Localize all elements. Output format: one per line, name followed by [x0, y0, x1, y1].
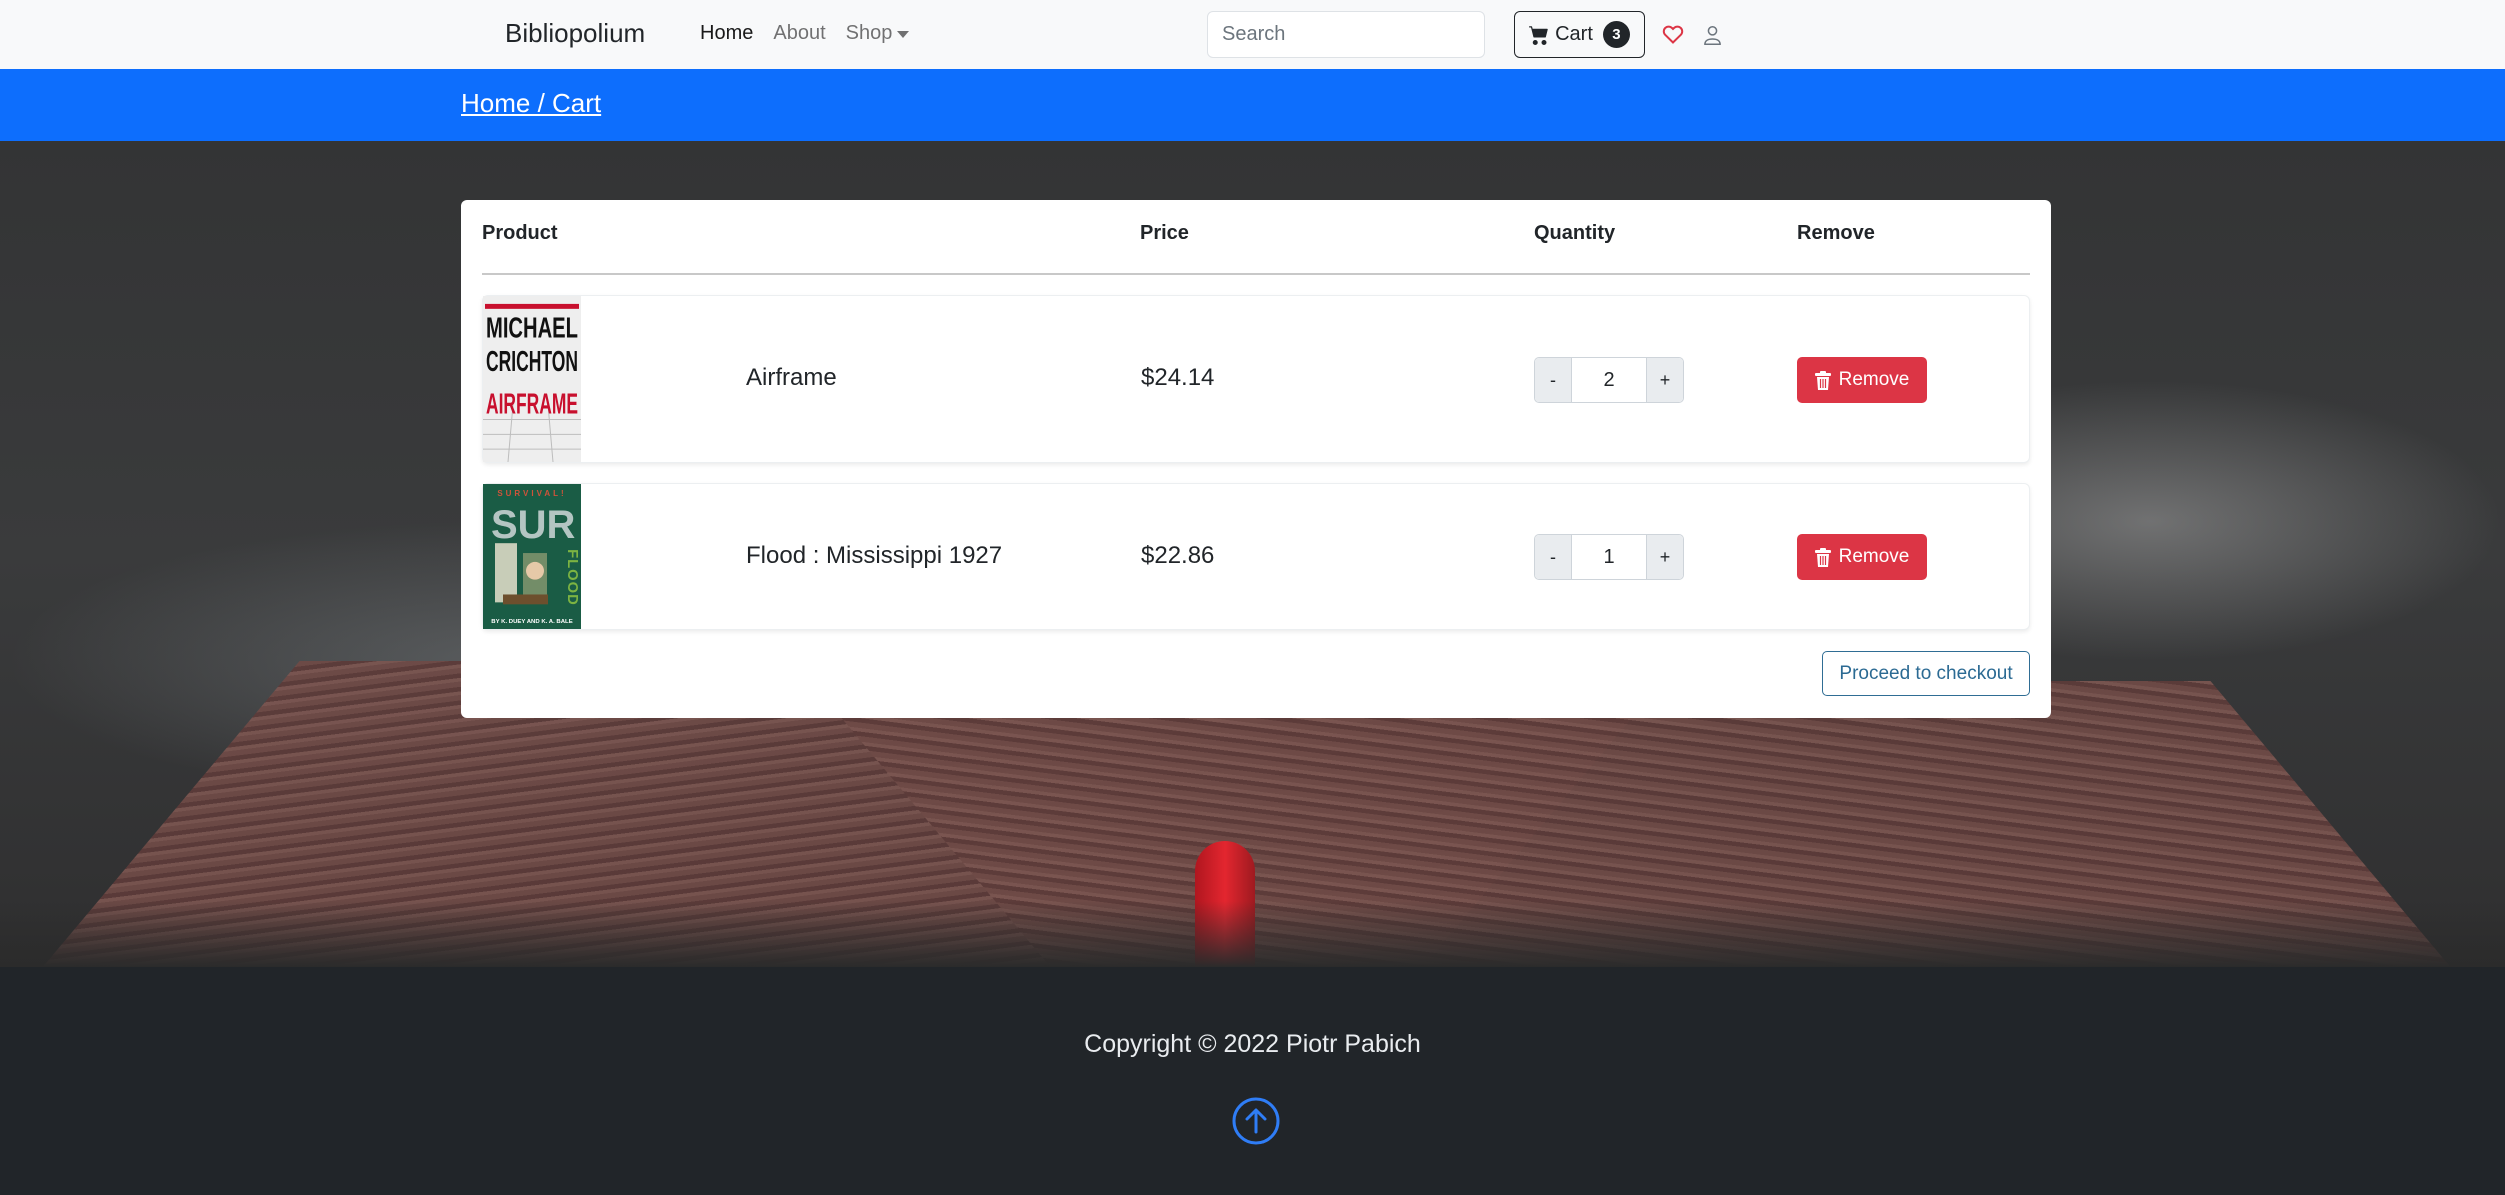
brand-logo[interactable]: Bibliopolium [505, 18, 645, 49]
cover-byline: BY K. DUEY AND K. A. BALE [491, 619, 572, 625]
copyright-text: Copyright © 2022 Piotr Pabich [1084, 1030, 1421, 1058]
remove-button[interactable]: Remove [1797, 357, 1927, 403]
cover-author-line1: MICHAEL [486, 313, 578, 345]
nav-link-home[interactable]: Home [700, 22, 753, 45]
nav-link-shop[interactable]: Shop [846, 22, 910, 45]
trash-icon [1814, 370, 1831, 390]
trash-icon [1814, 547, 1831, 567]
decrement-button[interactable]: - [1535, 535, 1571, 579]
search-input[interactable] [1207, 11, 1485, 58]
product-price: $24.14 [1141, 364, 1215, 391]
increment-button[interactable]: + [1647, 358, 1683, 402]
remove-label: Remove [1838, 546, 1910, 567]
arrow-up-circle-icon[interactable] [1232, 1097, 1280, 1145]
cart-count-badge: 3 [1602, 21, 1630, 48]
product-name: Flood : Mississippi 1927 [746, 542, 1003, 569]
product-price: $22.86 [1141, 542, 1215, 569]
header-product: Product [482, 222, 558, 244]
header-price: Price [1140, 222, 1189, 244]
quantity-stepper: - + [1534, 534, 1684, 580]
quantity-input[interactable] [1571, 535, 1647, 579]
remove-label: Remove [1838, 369, 1910, 390]
nav-link-about[interactable]: About [773, 22, 825, 45]
nav-link-shop-label: Shop [845, 22, 893, 44]
heart-icon[interactable] [1661, 22, 1685, 46]
breadcrumb[interactable]: Home / Cart [461, 88, 601, 119]
book-cover-airframe: MICHAEL CRICHTON AIRFRAME [483, 296, 581, 462]
cover-title: AIRFRAME [486, 389, 578, 421]
caret-down-icon [897, 31, 910, 38]
cart-row: MICHAEL CRICHTON AIRFRAME Airframe $24.1… [482, 295, 2030, 463]
cart-label: Cart [1555, 23, 1593, 45]
decrement-button[interactable]: - [1535, 358, 1571, 402]
remove-button[interactable]: Remove [1797, 534, 1927, 580]
hero-shade [0, 901, 2505, 967]
cover-series: SURVIVAL! [497, 489, 566, 498]
increment-button[interactable]: + [1647, 535, 1683, 579]
nav-links: Home About Shop [700, 22, 929, 45]
navbar: Bibliopolium Home About Shop Cart 3 [0, 0, 2505, 69]
header-quantity: Quantity [1534, 222, 1616, 244]
cart-button[interactable]: Cart 3 [1514, 11, 1645, 58]
proceed-to-checkout-button[interactable]: Proceed to checkout [1822, 651, 2030, 696]
cart-row: SURVIVAL! SUR FLOOD BY K. DUEY AND K. A.… [482, 483, 2030, 630]
header-divider [482, 273, 2030, 275]
header-remove: Remove [1797, 222, 1875, 244]
book-cover-flood: SURVIVAL! SUR FLOOD BY K. DUEY AND K. A.… [483, 484, 581, 629]
cover-title: FLOOD [564, 549, 580, 606]
person-icon[interactable] [1703, 25, 1722, 46]
footer: Copyright © 2022 Piotr Pabich [0, 967, 2505, 1195]
breadcrumb-bar: Home / Cart [0, 69, 2505, 141]
svg-text:SUR: SUR [491, 503, 575, 547]
quantity-stepper: - + [1534, 357, 1684, 403]
quantity-input[interactable] [1571, 358, 1647, 402]
cover-author-line2: CRICHTON [486, 346, 578, 378]
product-name: Airframe [746, 364, 837, 391]
cart-icon [1529, 25, 1548, 45]
